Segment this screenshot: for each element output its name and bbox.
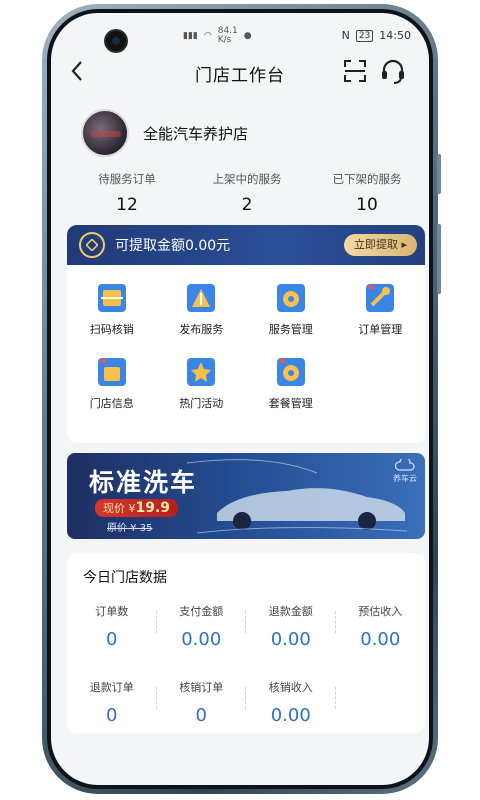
data-cell-verified-orders: 核销订单 0 [157,679,247,726]
section-title: 今日门店数据 [83,570,167,586]
data-label: 订单数 [95,605,129,618]
brand-logo: 养车云 [393,456,417,484]
menu-item-label: 热门活动 [179,397,224,410]
stat-label: 已下架的服务 [332,172,402,186]
data-cell-refund-amount: 退款金额 0.00 [246,603,336,650]
price-prefix: 现价 ¥ [103,502,136,515]
front-camera [106,31,126,51]
signal-icon: ▮▮▮ [183,31,198,41]
stat-delisted-services[interactable]: 已下架的服务 10 [307,171,427,215]
menu-item-label: 扫码核销 [89,323,134,336]
withdraw-label: 立即提取 [353,238,398,251]
promo-banner[interactable]: 标准洗车 现价 ¥19.9 原价 ¥ 35 养车云 [67,453,425,539]
phone-bezel: ▮▮▮ ◠ 84.1 K/s ● N 23 14:50 门店工作台 全能汽车养护… [47,9,433,789]
menu-item-hot-activity[interactable]: 热门活动 [157,355,247,411]
scan-icon [344,60,366,82]
cloud-icon [394,456,415,471]
service-manage-icon [274,281,308,315]
menu-item-label: 服务管理 [268,323,313,336]
power-button [437,224,441,294]
stat-pending-orders[interactable]: 待服务订单 12 [67,171,187,215]
menu-item-label: 门店信息 [89,397,134,410]
menu-item-label: 发布服务 [179,323,224,336]
today-data-card: 今日门店数据 订单数 0 支付金额 0.00 退款金额 0.00 预估收入 0.… [67,553,425,733]
page-title: 门店工作台 [195,66,285,86]
data-label: 退款金额 [268,605,313,618]
withdrawable-amount: 可提取金额0.00元 [115,238,231,254]
stat-value: 12 [116,195,138,215]
status-bar: ▮▮▮ ◠ 84.1 K/s ● N 23 14:50 [51,13,429,51]
data-label: 核销收入 [268,681,313,694]
data-cell-empty [336,679,426,726]
stat-label: 上架中的服务 [212,172,282,186]
data-value: 0.00 [270,629,311,650]
current-price: 现价 ¥19.9 [95,499,179,517]
data-cell-refund-orders: 退款订单 0 [67,679,157,726]
status-right: N 23 14:50 [342,29,411,42]
data-row: 退款订单 0 核销订单 0 核销收入 0.00 [67,679,425,726]
data-value: 0.00 [270,705,311,726]
store-avatar [81,109,129,157]
store-header: 全能汽车养护店 [81,109,248,157]
menu-item-order-manage[interactable]: 订单管理 [336,281,426,337]
service-stats: 待服务订单 12 上架中的服务 2 已下架的服务 10 [67,171,427,215]
net-speed: 84.1 K/s [217,26,238,45]
menu-item-label: 订单管理 [358,323,403,336]
nav-bar: 门店工作台 [51,51,429,91]
data-label: 支付金额 [179,605,224,618]
withdraw-button[interactable]: 立即提取 ▸ [343,234,417,256]
coin-icon [79,232,105,258]
data-value: 0.00 [360,629,401,650]
stat-value: 10 [356,195,378,215]
data-cell-verified-income: 核销收入 0.00 [246,679,336,726]
store-name: 全能汽车养护店 [143,124,249,143]
stat-label: 待服务订单 [98,172,156,186]
menu-item-service-manage[interactable]: 服务管理 [246,281,336,337]
data-value: 0 [106,705,118,726]
nfc-icon: N [341,29,350,42]
volume-button [437,154,441,194]
data-label: 退款订单 [89,681,134,694]
order-manage-icon [363,281,397,315]
menu-item-scan-verify[interactable]: 扫码核销 [67,281,157,337]
wallet-bar: 可提取金额0.00元 立即提取 ▸ [67,225,425,265]
scan-verify-icon [95,281,129,315]
store-info-icon [95,355,129,389]
banner-title: 标准洗车 [89,468,198,497]
menu-item-publish-service[interactable]: 发布服务 [157,281,247,337]
data-cell-orders: 订单数 0 [67,603,157,650]
customer-service-button[interactable] [379,57,407,85]
package-manage-icon [274,355,308,389]
data-cell-estimated-income: 预估收入 0.00 [336,603,426,650]
data-cell-paid-amount: 支付金额 0.00 [157,603,247,650]
original-price: 原价 ¥ 35 [107,523,153,534]
function-menu: 扫码核销 发布服务 服务管理 订单管理 门店信息 热门活动 套餐管理 [67,265,425,443]
stat-value: 2 [241,195,253,215]
price-value: 19.9 [135,500,171,516]
clock: 14:50 [379,29,411,42]
data-value: 0 [195,705,207,726]
screen: ▮▮▮ ◠ 84.1 K/s ● N 23 14:50 门店工作台 全能汽车养护… [51,13,429,785]
data-label: 预估收入 [358,605,403,618]
headset-icon [382,59,404,84]
data-value: 0.00 [181,629,222,650]
hot-activity-icon [184,355,218,389]
phone-frame: ▮▮▮ ◠ 84.1 K/s ● N 23 14:50 门店工作台 全能汽车养护… [42,4,441,794]
data-row: 订单数 0 支付金额 0.00 退款金额 0.00 预估收入 0.00 [67,603,425,650]
brand-name: 养车云 [393,474,417,483]
data-value: 0 [106,629,118,650]
menu-item-store-info[interactable]: 门店信息 [67,355,157,411]
stat-listed-services[interactable]: 上架中的服务 2 [187,171,307,215]
data-label: 核销订单 [179,681,224,694]
battery-icon: 23 [355,29,374,42]
menu-item-package-manage[interactable]: 套餐管理 [246,355,336,411]
menu-item-label: 套餐管理 [268,397,313,410]
publish-service-icon [184,281,218,315]
wifi-icon: ◠ [203,31,212,41]
status-indicators: ▮▮▮ ◠ 84.1 K/s ● [183,27,252,45]
scan-button[interactable] [341,57,369,85]
chat-icon: ● [243,31,252,41]
